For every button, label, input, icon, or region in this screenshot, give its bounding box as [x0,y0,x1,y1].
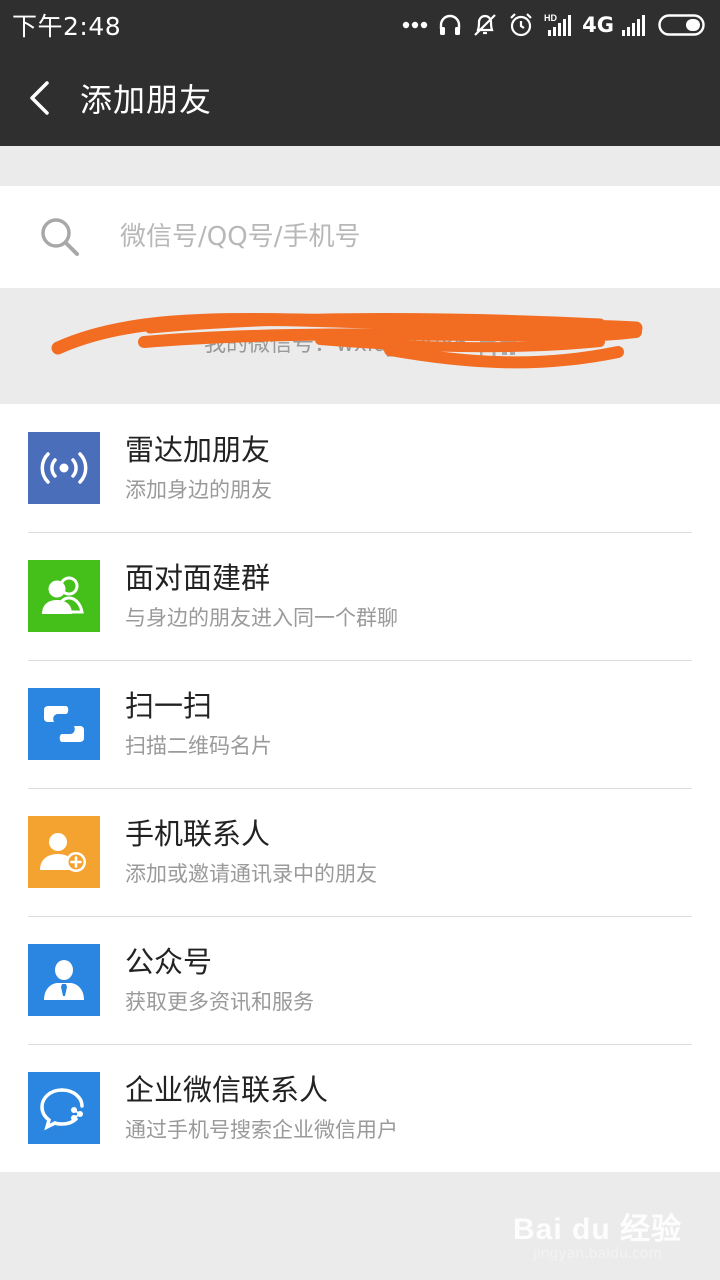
status-bar: 下午2:48 HD 4G [0,0,720,50]
search-bar[interactable] [0,186,720,288]
status-time: 下午2:48 [12,12,122,41]
work-chat-icon [40,1088,84,1131]
add-contact-icon [40,833,86,872]
back-button[interactable] [0,50,78,146]
group-icon [42,576,84,614]
menu-item-subtitle: 添加身边的朋友 [125,478,272,502]
bell-off-icon [474,14,496,36]
search-icon [41,218,79,256]
headphones-icon [439,14,461,35]
menu-item-title: 公众号 [125,945,213,979]
my-id-row[interactable]: 我的微信号：wxid_10086 [0,288,720,404]
menu-item-title: 面对面建群 [125,561,271,595]
title-bar: 添加朋友 [0,50,720,146]
alarm-icon [510,13,532,37]
menu-item-subtitle: 通过手机号搜索企业微信用户 [125,1118,398,1142]
add-contact-icon-tile [28,816,100,888]
watermark-logo: Bai du 经验 [512,1213,682,1246]
menu-item-title: 扫一扫 [125,689,213,723]
more-dots-icon [402,21,428,29]
menu-item-subtitle: 与身边的朋友进入同一个群聊 [125,606,398,630]
watermark-url: jingyan.baidu.com [532,1246,663,1262]
menu-item-face-group[interactable]: 面对面建群 与身边的朋友进入同一个群聊 [0,532,720,660]
menu-item-subtitle: 添加或邀请通讯录中的朋友 [125,862,377,886]
menu-item-scan[interactable]: 扫一扫 扫描二维码名片 [0,660,720,788]
baidu-watermark: Bai du 经验 jingyan.baidu.com [513,1204,682,1262]
status-icons: HD 4G [402,12,706,38]
battery-icon [658,14,705,36]
menu-item-work-contacts[interactable]: 企业微信联系人 通过手机号搜索企业微信用户 [0,1044,720,1172]
radar-icon-tile [28,432,100,504]
official-account-icon [44,960,84,1000]
search-input[interactable] [120,222,660,252]
menu-item-title: 手机联系人 [125,817,271,851]
my-wechat-id: 我的微信号：wxid_10086 [203,332,469,357]
menu-item-title: 企业微信联系人 [125,1073,329,1107]
svg-text:HD: HD [544,13,557,23]
menu-item-subtitle: 扫描二维码名片 [125,734,272,758]
menu-item-official-account[interactable]: 公众号 获取更多资讯和服务 [0,916,720,1044]
network-type: 4G [582,13,614,37]
menu-item-radar[interactable]: 雷达加朋友 添加身边的朋友 [0,404,720,532]
page-title: 添加朋友 [80,81,213,119]
signal-hd-icon: HD [544,13,572,36]
add-friend-menu: 雷达加朋友 添加身边的朋友 面对面建群 与身边的朋友进入同一个群聊 扫一扫 扫描… [0,404,720,1172]
chevron-left-icon [30,81,49,115]
signal-icon [622,15,645,36]
official-account-icon-tile [28,944,100,1016]
menu-item-subtitle: 获取更多资讯和服务 [125,990,314,1014]
menu-item-title: 雷达加朋友 [125,433,271,467]
menu-item-contacts[interactable]: 手机联系人 添加或邀请通讯录中的朋友 [0,788,720,916]
radar-icon [40,452,88,484]
scan-icon [44,706,84,742]
group-icon-tile [28,560,100,632]
qr-code-icon [480,328,517,364]
work-chat-icon-tile [28,1072,100,1144]
scan-icon-tile [28,688,100,760]
